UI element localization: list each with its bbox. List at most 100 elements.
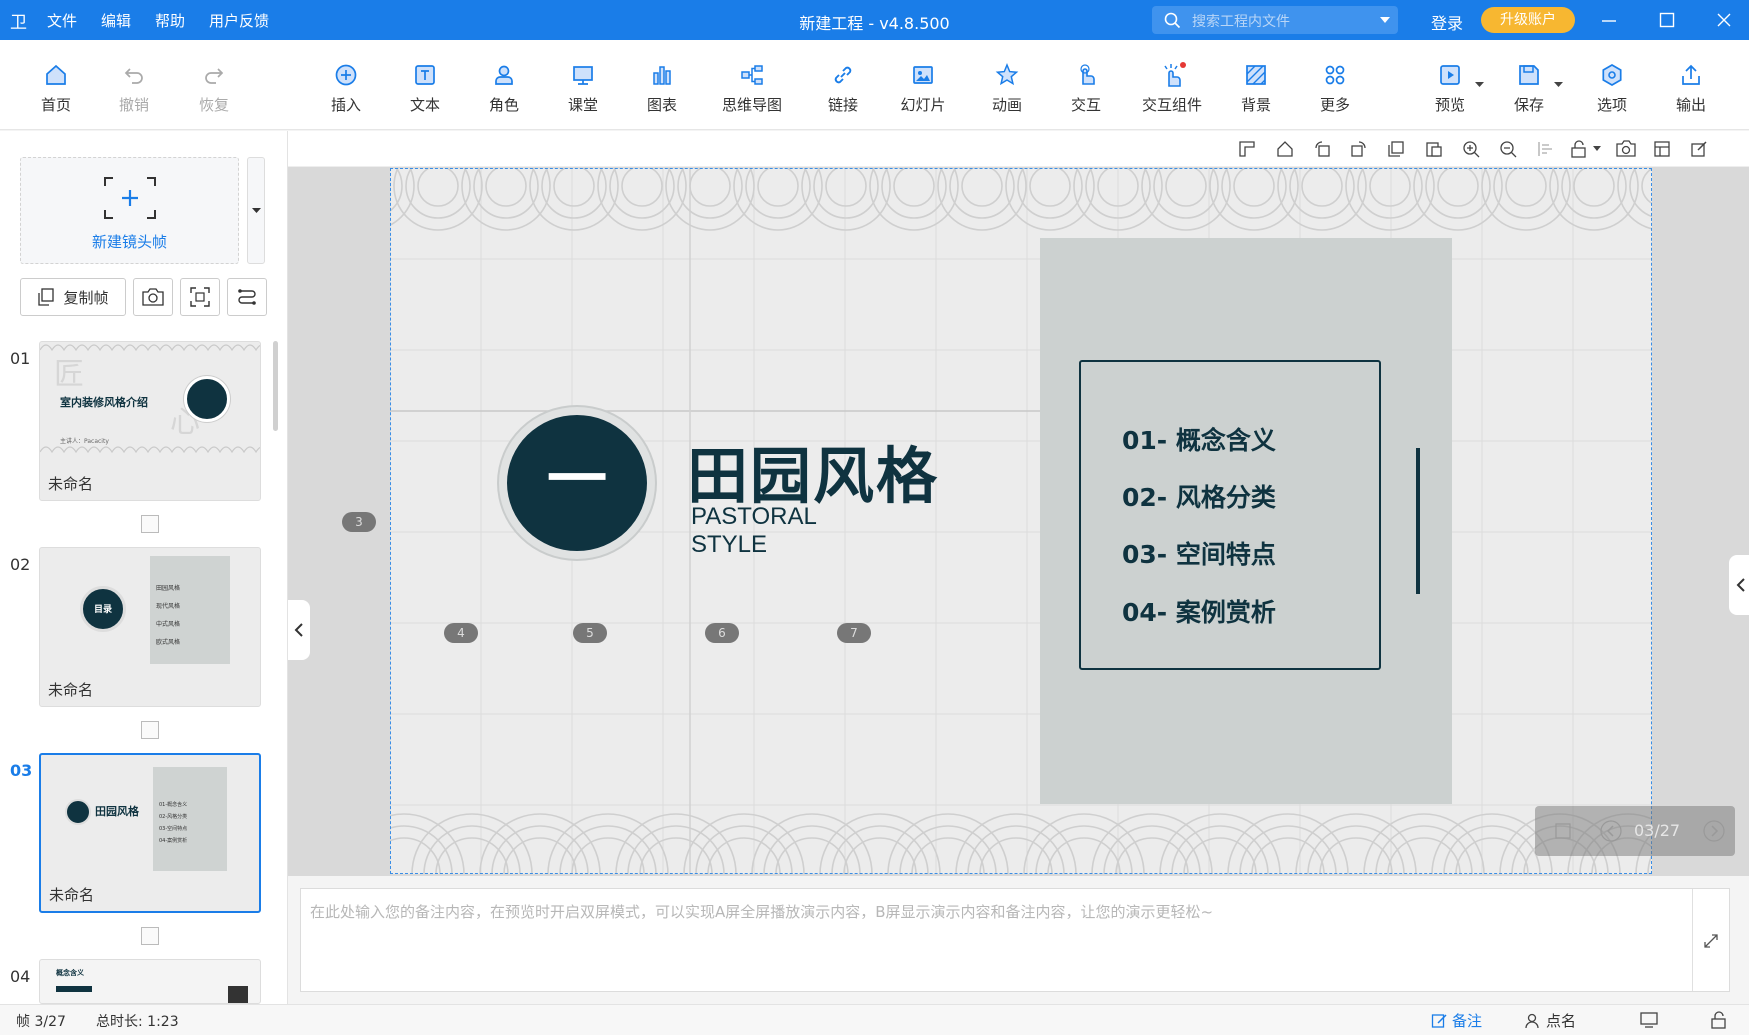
slide-thumbnail-4[interactable]: 概念含义 — [39, 959, 261, 1004]
home-view-icon[interactable] — [1276, 140, 1294, 158]
toolbar-undo-button[interactable]: 撤销 — [112, 60, 156, 118]
transition-marker[interactable] — [141, 927, 159, 945]
transition-marker[interactable] — [141, 515, 159, 533]
rotate-right-icon[interactable] — [1350, 140, 1368, 158]
interaction-icon — [1071, 60, 1101, 90]
toolbar-redo-button[interactable]: 恢复 — [192, 60, 236, 118]
more-icon — [1320, 60, 1350, 90]
notes-textarea[interactable]: 在此处输入您的备注内容，在预览时开启双屏模式，可以实现A屏全屏播放演示内容，B屏… — [300, 888, 1730, 992]
prev-icon[interactable] — [1600, 820, 1622, 842]
slide-thumbnail-1[interactable]: 匠心 室内装修风格介绍 主讲人：Pacacity 未命名 — [39, 341, 261, 501]
paste-icon[interactable] — [1425, 140, 1443, 158]
copy-frame-button[interactable]: 复制帧 — [20, 278, 126, 316]
edit-icon[interactable] — [1690, 140, 1708, 158]
user-icon — [1525, 1013, 1539, 1028]
status-bar: 帧 3/27 总时长: 1:23 备注 点名 — [0, 1004, 1749, 1035]
slides-icon — [908, 60, 938, 90]
toolbar-animation-button[interactable]: 动画 — [985, 60, 1029, 118]
text-icon — [410, 60, 440, 90]
copy-icon[interactable] — [1387, 140, 1405, 158]
search-icon — [1164, 12, 1181, 29]
zoom-out-icon[interactable] — [1499, 140, 1517, 158]
thumb-title: 概念含义 — [56, 969, 84, 977]
toolbar-home-button[interactable]: 首页 — [34, 60, 78, 118]
notes-toggle-button[interactable]: 备注 — [1431, 1010, 1482, 1031]
svg-text:匠: 匠 — [54, 357, 84, 392]
preview-icon — [1435, 60, 1465, 90]
new-frame-dropdown[interactable] — [247, 157, 265, 264]
frame-counter: 帧 3/27 — [16, 1014, 66, 1030]
frame-settings-icon[interactable] — [1653, 140, 1671, 158]
slide-thumbnail-3[interactable]: 田园风格 01-概念含义 02-风格分类 03-空间特点 04-案例赏析 未命名 — [39, 753, 261, 913]
expand-right-panel-button[interactable] — [1729, 555, 1749, 615]
chevron-left-icon — [294, 623, 303, 637]
menu-help[interactable]: 帮助 — [155, 10, 185, 31]
screen-icon[interactable] — [1640, 1012, 1658, 1028]
rotate-left-icon[interactable] — [1313, 140, 1331, 158]
upgrade-button[interactable]: 升级账户 — [1481, 7, 1575, 33]
lock-icon[interactable] — [1710, 1011, 1728, 1029]
menu-feedback[interactable]: 用户反馈 — [209, 10, 269, 31]
collapse-left-panel-button[interactable] — [288, 600, 310, 660]
chevron-down-icon[interactable] — [1380, 17, 1390, 24]
character-icon — [489, 60, 519, 90]
total-duration: 总时长: 1:23 — [96, 1014, 179, 1030]
toolbar-widget-button[interactable]: 交互组件 — [1136, 60, 1208, 118]
toolbar-more-button[interactable]: 更多 — [1313, 60, 1357, 118]
toolbar-mindmap-button[interactable]: 思维导图 — [716, 60, 788, 118]
expand-icon[interactable] — [1703, 933, 1719, 949]
menu-file[interactable]: 文件 — [47, 10, 77, 31]
slide-thumbnail-2[interactable]: 目录 田园风格 现代风格 中式风格 欧式风格 未命名 — [39, 547, 261, 707]
slide-stage[interactable]: 一 田园风格 PASTORAL STYLE 01- 概念含义 02- 风格分类 … — [390, 168, 1652, 874]
app-logo-icon: 卫 — [10, 13, 27, 33]
toolbar-slides-button[interactable]: 幻灯片 — [898, 60, 948, 118]
toolbar-interaction-button[interactable]: 交互 — [1064, 60, 1108, 118]
minimize-icon[interactable] — [1601, 13, 1617, 29]
undo-icon — [119, 60, 149, 90]
fit-frame-button[interactable] — [180, 278, 220, 316]
frame-marker[interactable]: 3 — [342, 512, 376, 532]
new-frame-button[interactable]: 新建镜头帧 — [20, 157, 239, 264]
copy-icon — [38, 288, 55, 306]
chevron-down-icon[interactable] — [1593, 146, 1601, 151]
search-placeholder: 搜索工程内文件 — [1192, 14, 1290, 30]
menu-edit[interactable]: 编辑 — [101, 10, 131, 31]
save-icon — [1514, 60, 1544, 90]
chart-icon — [647, 60, 677, 90]
camera-icon[interactable] — [1616, 140, 1636, 158]
slide-number: 02 — [10, 555, 31, 574]
thumb-emblem — [65, 799, 91, 825]
next-icon[interactable] — [1703, 820, 1725, 842]
login-button[interactable]: 登录 — [1431, 10, 1463, 34]
toolbar-character-button[interactable]: 角色 — [482, 60, 526, 118]
rollcall-button[interactable]: 点名 — [1525, 1010, 1576, 1031]
reorder-frame-button[interactable] — [227, 278, 267, 316]
add-frame-icon — [104, 177, 156, 219]
toolbar-export-button[interactable]: 输出 — [1669, 60, 1713, 118]
transition-marker[interactable] — [141, 721, 159, 739]
toolbar-options-button[interactable]: 选项 — [1590, 60, 1634, 118]
save-dropdown-icon[interactable] — [1554, 82, 1563, 88]
chevron-down-icon — [252, 208, 261, 213]
animation-icon — [992, 60, 1022, 90]
zoom-in-icon[interactable] — [1462, 140, 1480, 158]
toolbar-background-button[interactable]: 背景 — [1234, 60, 1278, 118]
fullscreen-icon[interactable] — [1555, 823, 1571, 839]
toolbar-text-button[interactable]: 文本 — [403, 60, 447, 118]
toolbar-preview-button[interactable]: 预览 — [1428, 60, 1472, 118]
preview-dropdown-icon[interactable] — [1475, 82, 1484, 88]
ruler-icon[interactable] — [1238, 140, 1256, 158]
toolbar-save-button[interactable]: 保存 — [1507, 60, 1551, 118]
screenshot-frame-button[interactable] — [133, 278, 173, 316]
search-input[interactable]: 搜索工程内文件 — [1152, 6, 1398, 34]
toolbar-chart-button[interactable]: 图表 — [640, 60, 684, 118]
lock-icon[interactable] — [1570, 139, 1590, 159]
maximize-icon[interactable] — [1659, 12, 1675, 28]
align-icon[interactable] — [1537, 140, 1555, 158]
toolbar-classroom-button[interactable]: 课堂 — [561, 60, 605, 118]
thumb-list: 01-概念含义 02-风格分类 03-空间特点 04-案例赏析 — [159, 802, 188, 844]
frame-list-scrollbar[interactable] — [273, 341, 278, 431]
toolbar-link-button[interactable]: 链接 — [821, 60, 865, 118]
toolbar-insert-button[interactable]: 插入 — [324, 60, 368, 118]
close-icon[interactable] — [1716, 12, 1732, 28]
